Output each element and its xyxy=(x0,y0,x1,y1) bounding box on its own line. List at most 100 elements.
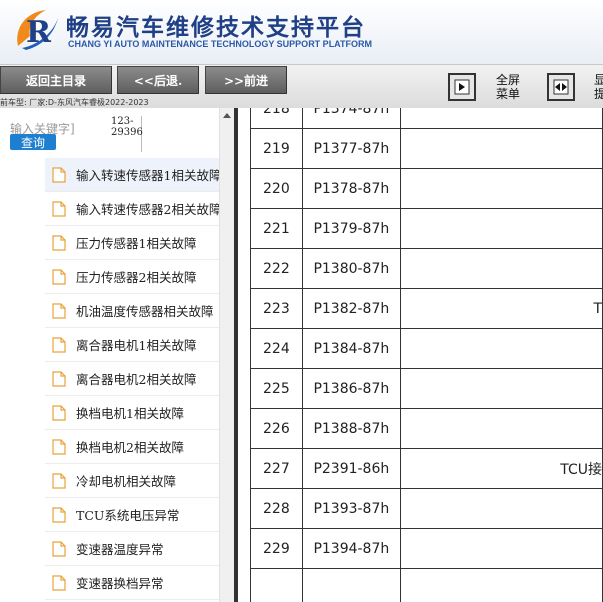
app-header: R 畅易汽车维修技术支持平台 CHANG YI AUTO MAINTENANCE… xyxy=(0,0,603,64)
list-item[interactable]: TCU系统电压异常 xyxy=(45,498,219,532)
forward-button[interactable]: >>前进 xyxy=(205,66,287,94)
row-number: 228 xyxy=(250,488,303,529)
fault-code xyxy=(301,568,401,602)
list-item-label: 变速器换档异常 xyxy=(76,576,164,591)
document-icon xyxy=(52,404,66,421)
document-icon xyxy=(52,472,66,489)
fault-code: P1379-87h xyxy=(301,208,401,249)
document-icon xyxy=(52,506,66,523)
fault-description-text: TCU接 xyxy=(560,461,602,478)
list-item[interactable]: 变速器温度异常 xyxy=(45,532,219,566)
row-number: 222 xyxy=(250,248,303,289)
sidebar: 输入关键字] 查询 123- 29396 输入转速传感器1相关故障 输入转速传感… xyxy=(0,108,234,602)
fault-description xyxy=(399,108,603,129)
list-item-label: TCU系统电压异常 xyxy=(76,508,180,523)
row-number: 219 xyxy=(250,128,303,169)
scroll-up-icon[interactable] xyxy=(223,113,231,118)
list-item[interactable]: 压力传感器2相关故障 xyxy=(45,260,219,294)
fault-code-table: 218 P1374-87h 219 P1377-87h 220 P1378-87h 221 P… xyxy=(250,108,603,602)
fault-code: P1377-87h xyxy=(301,128,401,169)
fault-code: P1382-87h xyxy=(301,288,401,329)
row-number: 223 xyxy=(250,288,303,329)
document-icon xyxy=(52,370,66,387)
fullscreen-button[interactable] xyxy=(448,73,476,101)
search-button[interactable]: 查询 xyxy=(10,134,56,150)
current-car-label: 前车型: 厂家:D-东风汽车睿极2022-2023 xyxy=(0,98,149,107)
document-icon xyxy=(52,200,66,217)
svg-text:R: R xyxy=(26,15,52,50)
code-range: 123- 29396 xyxy=(108,116,143,152)
table-row: 220 P1378-87h xyxy=(250,168,603,209)
table-row: 224 P1384-87h xyxy=(250,328,603,369)
fault-code-table-panel: 218 P1374-87h 219 P1377-87h 220 P1378-87h 221 P… xyxy=(238,108,603,602)
home-button[interactable]: 返回主目录 xyxy=(0,66,112,94)
fault-description xyxy=(399,568,603,602)
fault-description-text: T xyxy=(593,300,602,317)
fault-description xyxy=(399,368,603,409)
fault-description xyxy=(399,208,603,249)
list-item[interactable]: 换档电机1相关故障 xyxy=(45,396,219,430)
list-item[interactable]: 压力传感器1相关故障 xyxy=(45,226,219,260)
row-number xyxy=(250,568,303,602)
split-icon xyxy=(553,79,569,95)
table-row: 227 P2391-86h TCU接 xyxy=(250,448,603,489)
table-row xyxy=(250,568,603,602)
list-item-label: 压力传感器2相关故障 xyxy=(76,270,197,285)
list-item-label: 压力传感器1相关故障 xyxy=(76,236,197,251)
fault-tree: 输入转速传感器1相关故障 输入转速传感器2相关故障 压力传感器1相关故障 压力传… xyxy=(45,158,222,600)
list-item[interactable]: 离合器电机2相关故障 xyxy=(45,362,219,396)
fault-description: TCU接 xyxy=(399,448,603,489)
list-item-label: 变速器温度异常 xyxy=(76,542,164,557)
app-subtitle: CHANG YI AUTO MAINTENANCE TECHNOLOGY SUP… xyxy=(68,39,373,49)
table-row: 222 P1380-87h xyxy=(250,248,603,289)
row-number: 225 xyxy=(250,368,303,409)
split-view-button[interactable] xyxy=(547,73,575,101)
row-number: 224 xyxy=(250,328,303,369)
row-number: 227 xyxy=(250,448,303,489)
list-item[interactable]: 离合器电机1相关故障 xyxy=(45,328,219,362)
row-number: 221 xyxy=(250,208,303,249)
table-row: 228 P1393-87h xyxy=(250,488,603,529)
document-icon xyxy=(52,166,66,183)
fault-code: P1374-87h xyxy=(301,108,401,129)
document-icon xyxy=(52,336,66,353)
list-item-label: 换档电机2相关故障 xyxy=(76,440,184,455)
list-item[interactable]: 机油温度传感器相关故障 xyxy=(45,294,219,328)
list-item[interactable]: 变速器换档异常 xyxy=(45,566,219,600)
document-icon xyxy=(52,234,66,251)
table-row: 225 P1386-87h xyxy=(250,368,603,409)
row-number: 218 xyxy=(250,108,303,129)
list-item[interactable]: 输入转速传感器1相关故障 xyxy=(45,158,222,192)
fault-description xyxy=(399,248,603,289)
fault-description: T xyxy=(399,288,603,329)
fault-description xyxy=(399,128,603,169)
list-item[interactable]: 输入转速传感器2相关故障 xyxy=(45,192,222,226)
row-number: 226 xyxy=(250,408,303,449)
table-row: 223 P1382-87h T xyxy=(250,288,603,329)
list-item[interactable]: 冷却电机相关故障 xyxy=(45,464,219,498)
list-item-label: 输入转速传感器1相关故障 xyxy=(76,168,222,183)
fault-description xyxy=(399,168,603,209)
list-item-label: 输入转速传感器2相关故障 xyxy=(76,202,222,217)
document-icon xyxy=(52,574,66,591)
app-title: 畅易汽车维修技术支持平台 xyxy=(66,15,366,41)
back-button[interactable]: <<后退. xyxy=(117,66,199,94)
list-item-label: 离合器电机2相关故障 xyxy=(76,372,197,387)
list-item-label: 机油温度传感器相关故障 xyxy=(76,304,214,319)
fault-description xyxy=(399,488,603,529)
list-item[interactable]: 换档电机2相关故障 xyxy=(45,430,219,464)
fault-code: P1386-87h xyxy=(301,368,401,409)
sidebar-scrollbar[interactable] xyxy=(219,108,234,602)
fullscreen-label: 全屏 菜单 xyxy=(496,73,521,101)
fault-code: P1378-87h xyxy=(301,168,401,209)
document-icon xyxy=(52,540,66,557)
document-icon xyxy=(52,302,66,319)
table-row: 221 P1379-87h xyxy=(250,208,603,249)
fault-description xyxy=(399,528,603,569)
fault-description xyxy=(399,328,603,369)
table-row: 218 P1374-87h xyxy=(250,108,603,129)
toolbar: 返回主目录 <<后退. >>前进 前车型: 厂家:D-东风汽车睿极2022-20… xyxy=(0,64,603,108)
fault-code: P1394-87h xyxy=(301,528,401,569)
fault-code: P1393-87h xyxy=(301,488,401,529)
split-view-label: 显 提 xyxy=(594,73,603,101)
